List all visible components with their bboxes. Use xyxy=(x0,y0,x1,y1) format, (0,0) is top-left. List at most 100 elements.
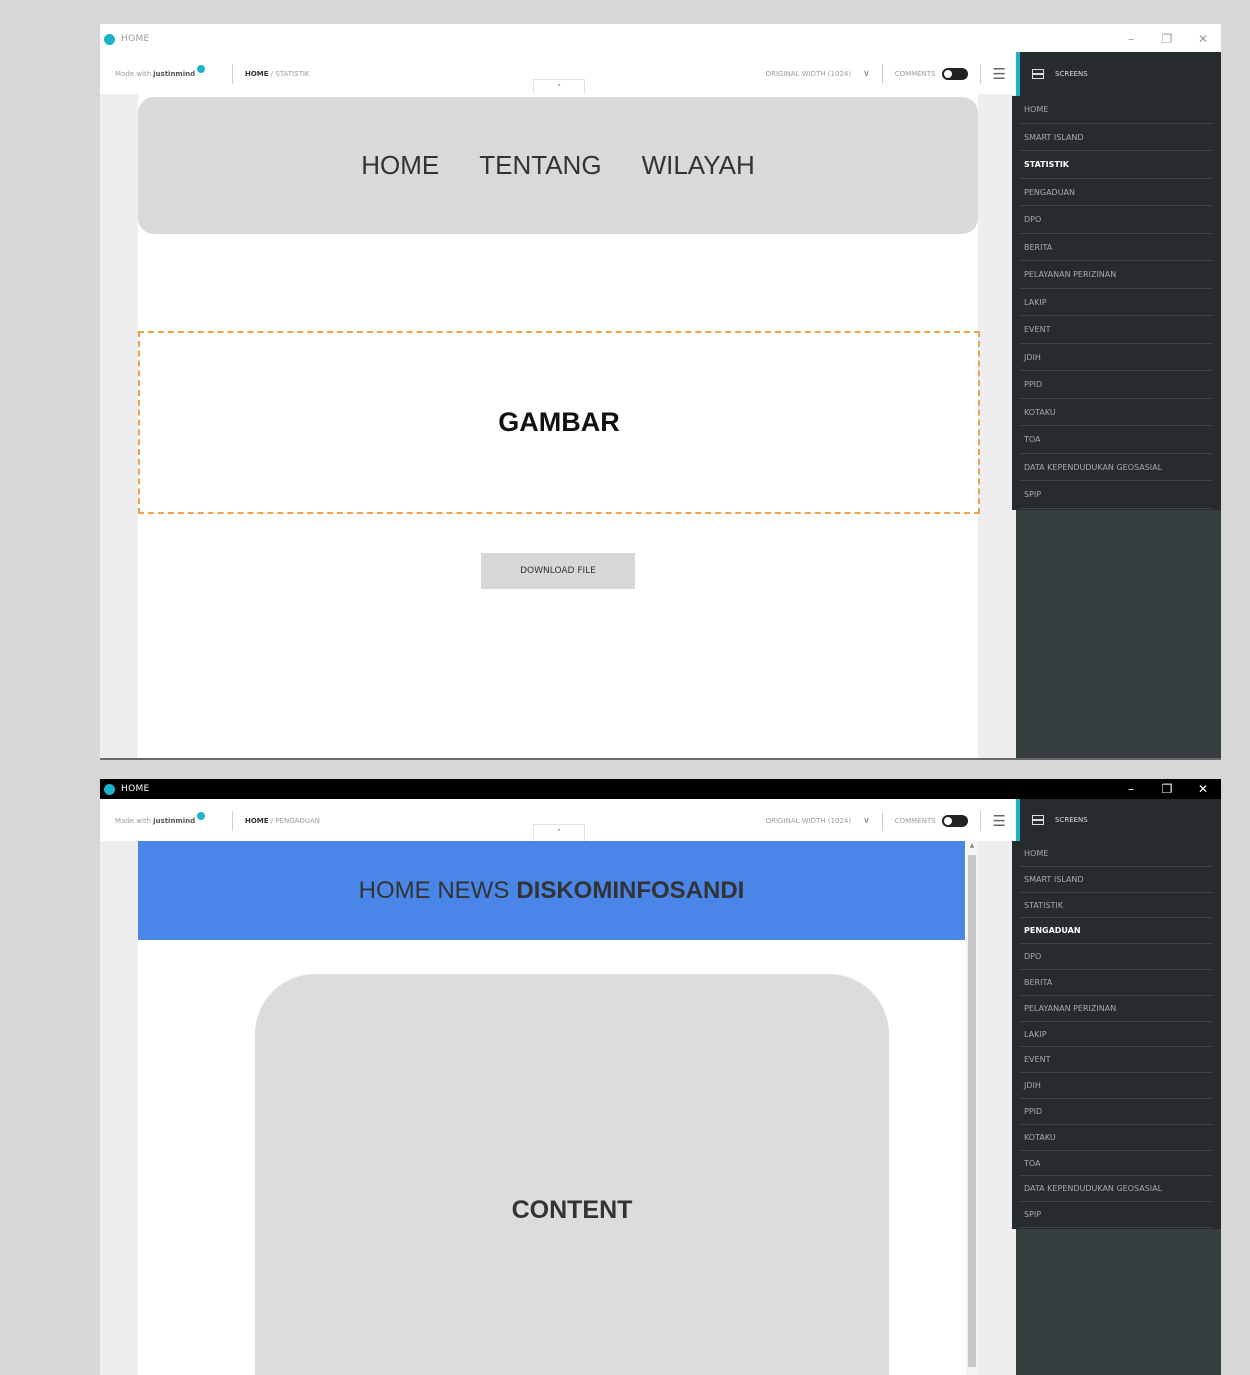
chevron-down-icon[interactable]: ∨ xyxy=(863,69,870,79)
screens-header[interactable]: SCREENS xyxy=(1020,799,1221,841)
sidebar-item-home[interactable]: HOME xyxy=(1020,841,1213,867)
breadcrumb: HOME / STATISTIK xyxy=(245,70,310,78)
brand-label[interactable]: Made with justinmind xyxy=(100,65,220,78)
breadcrumb-current: / PENGADUAN xyxy=(268,817,321,825)
screens-header[interactable]: SCREENS xyxy=(1020,52,1221,96)
canvas: HOME TENTANG WILAYAH GAMBAR DOWNLOAD FIL… xyxy=(100,94,1016,758)
breadcrumb-home[interactable]: HOME xyxy=(245,70,269,78)
pengaduan-page: HOME NEWS DISKOMINFOSANDI CONTENT ▲ xyxy=(138,841,978,1375)
comments-toggle[interactable] xyxy=(941,68,968,80)
sidebar-item-statistik[interactable]: STATISTIK xyxy=(1020,151,1213,179)
screens-sidebar: SCREENS HOME SMART ISLAND STATISTIK PENGADU… xyxy=(1012,52,1221,758)
vertical-scrollbar[interactable]: ▲ xyxy=(966,841,978,1375)
sidebar-item-lakip[interactable]: LAKIP xyxy=(1020,1022,1213,1048)
breadcrumb: HOME / PENGADUAN xyxy=(245,817,320,825)
sidebar-item-pelayanan-perizinan[interactable]: PELAYANAN PERIZINAN xyxy=(1020,261,1213,289)
divider xyxy=(232,64,233,84)
screens-sidebar: SCREENS HOME SMART ISLAND STATISTIK PENGADU… xyxy=(1012,799,1221,1375)
brand-dot-icon xyxy=(197,65,206,73)
sidebar-item-pengaduan[interactable]: PENGADUAN xyxy=(1020,918,1213,945)
news-header-title: HOME NEWS xyxy=(358,876,510,904)
window-title: HOME xyxy=(121,784,150,794)
breadcrumb-home[interactable]: HOME xyxy=(245,817,269,825)
screens-title: SCREENS xyxy=(1055,816,1088,824)
sidebar-item-event[interactable]: EVENT xyxy=(1020,316,1213,344)
comments-label: COMMENTS xyxy=(894,70,936,78)
sidebar-item-smart-island[interactable]: SMART ISLAND xyxy=(1020,124,1213,151)
sidebar-item-smart-island[interactable]: SMART ISLAND xyxy=(1020,867,1213,893)
sidebar-item-data-kependudukan-geosasial[interactable]: DATA KEPENDUDUKAN GEOSASIAL xyxy=(1020,454,1213,481)
canvas: HOME NEWS DISKOMINFOSANDI CONTENT ▲ xyxy=(100,841,1016,1375)
news-header-org: DISKOMINFOSANDI xyxy=(516,876,745,904)
sidebar-item-jdih[interactable]: JDIH xyxy=(1020,344,1213,371)
divider xyxy=(979,811,981,831)
sidebar-item-kotaku[interactable]: KOTAKU xyxy=(1020,1125,1213,1151)
title-bar: HOME – ❐ ✕ xyxy=(100,779,1221,799)
prototype-window-statistik: HOME – ❐ ✕ Made with justinmind HOME / S… xyxy=(100,24,1221,760)
content-placeholder: CONTENT xyxy=(255,974,889,1375)
minimize-icon[interactable]: – xyxy=(1113,32,1149,46)
divider xyxy=(232,811,233,831)
window-title: HOME xyxy=(121,34,150,44)
width-selector[interactable]: ORIGINAL WIDTH (1024) xyxy=(766,70,852,78)
sidebar-item-pengaduan[interactable]: PENGADUAN xyxy=(1020,179,1213,206)
hamburger-icon[interactable]: ☰ xyxy=(993,65,1006,83)
download-file-button[interactable]: DOWNLOAD FILE xyxy=(481,553,635,589)
app-logo-icon xyxy=(104,33,115,45)
close-icon[interactable]: ✕ xyxy=(1185,32,1221,46)
sidebar-item-berita[interactable]: BERITA xyxy=(1020,234,1213,261)
divider xyxy=(979,64,981,84)
app-logo-icon xyxy=(104,783,115,795)
restore-icon[interactable]: ❐ xyxy=(1149,782,1185,796)
sidebar-item-ppid[interactable]: PPID xyxy=(1020,371,1213,399)
sidebar-item-spip[interactable]: SPIP xyxy=(1020,1202,1213,1228)
screens-icon xyxy=(1032,815,1044,825)
screens-title: SCREENS xyxy=(1055,70,1088,78)
nav-wilayah[interactable]: WILAYAH xyxy=(642,150,755,181)
comments-toggle[interactable] xyxy=(941,815,968,827)
sidebar-item-lakip[interactable]: LAKIP xyxy=(1020,289,1213,316)
width-selector[interactable]: ORIGINAL WIDTH (1024) xyxy=(766,817,852,825)
image-placeholder-label: GAMBAR xyxy=(498,407,620,437)
divider xyxy=(881,811,883,831)
screens-list: HOME SMART ISLAND STATISTIK PENGADUAN DPO BER… xyxy=(1012,96,1221,510)
sidebar-item-pelayanan-perizinan[interactable]: PELAYANAN PERIZINAN xyxy=(1020,996,1213,1022)
prototype-window-pengaduan: HOME – ❐ ✕ Made with justinmind HOME / P… xyxy=(100,779,1221,1375)
nav-tentang[interactable]: TENTANG xyxy=(479,150,601,181)
hamburger-icon[interactable]: ☰ xyxy=(993,812,1006,830)
sidebar-item-event[interactable]: EVENT xyxy=(1020,1047,1213,1074)
statistik-page: HOME TENTANG WILAYAH GAMBAR DOWNLOAD FIL… xyxy=(138,94,980,758)
sidebar-item-jdih[interactable]: JDIH xyxy=(1020,1073,1213,1099)
title-bar: HOME – ❐ ✕ xyxy=(100,24,1221,54)
divider xyxy=(881,64,883,84)
sidebar-item-statistik[interactable]: STATISTIK xyxy=(1020,893,1213,919)
brand-dot-icon xyxy=(197,812,206,820)
comments-label: COMMENTS xyxy=(894,817,936,825)
sidebar-item-ppid[interactable]: PPID xyxy=(1020,1099,1213,1125)
news-header: HOME NEWS DISKOMINFOSANDI xyxy=(138,841,965,940)
sidebar-item-dpo[interactable]: DPO xyxy=(1020,944,1213,970)
sidebar-item-kotaku[interactable]: KOTAKU xyxy=(1020,399,1213,426)
chevron-up-icon[interactable]: ˄ xyxy=(533,824,585,841)
sidebar-item-data-kependudukan-geosasial[interactable]: DATA KEPENDUDUKAN GEOSASIAL xyxy=(1020,1176,1213,1203)
image-placeholder: GAMBAR xyxy=(138,331,980,514)
restore-icon[interactable]: ❐ xyxy=(1149,32,1185,46)
minimize-icon[interactable]: – xyxy=(1113,782,1149,796)
sidebar-item-home[interactable]: HOME xyxy=(1020,96,1213,124)
sidebar-item-dpo[interactable]: DPO xyxy=(1020,206,1213,234)
screens-list: HOME SMART ISLAND STATISTIK PENGADUAN DPO BER… xyxy=(1012,841,1221,1229)
scroll-up-icon[interactable]: ▲ xyxy=(966,841,978,851)
close-icon[interactable]: ✕ xyxy=(1185,782,1221,796)
sidebar-item-toa[interactable]: TOA xyxy=(1020,1151,1213,1177)
breadcrumb-current: / STATISTIK xyxy=(268,70,310,78)
brand-label[interactable]: Made with justinmind xyxy=(100,812,220,825)
content-placeholder-label: CONTENT xyxy=(511,1196,633,1224)
screens-icon xyxy=(1032,69,1044,79)
chevron-down-icon[interactable]: ∨ xyxy=(863,816,870,826)
top-navigation: HOME TENTANG WILAYAH xyxy=(138,97,978,234)
nav-home[interactable]: HOME xyxy=(361,150,439,181)
sidebar-item-spip[interactable]: SPIP xyxy=(1020,481,1213,509)
sidebar-item-toa[interactable]: TOA xyxy=(1020,426,1213,454)
sidebar-item-berita[interactable]: BERITA xyxy=(1020,970,1213,996)
scrollbar-thumb[interactable] xyxy=(968,855,976,1367)
